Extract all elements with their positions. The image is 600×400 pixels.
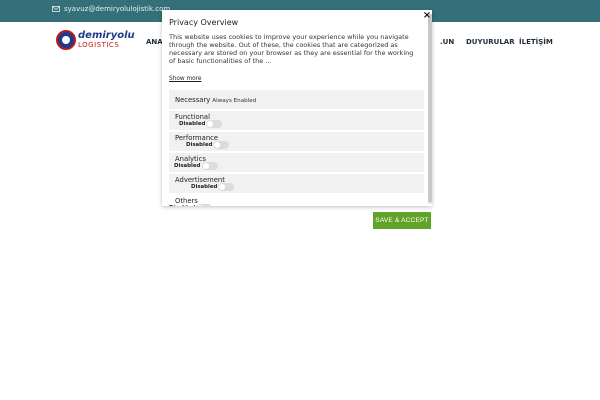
logo-name: demiryolu (78, 30, 135, 41)
category-state: Disabled (174, 163, 201, 169)
category-state: Always Enabled (212, 98, 257, 104)
nav-item-un[interactable]: .UN (440, 38, 454, 46)
show-more-link[interactable]: Show more (169, 76, 202, 82)
save-accept-button[interactable]: SAVE & ACCEPT (373, 212, 431, 229)
nav-item-iletisim[interactable]: İLETİŞİM (519, 38, 553, 46)
site-logo[interactable]: demiryolu LOGISTICS (56, 30, 135, 52)
category-necessary[interactable]: Necessary Always Enabled (169, 90, 424, 109)
category-state: Disabled (169, 205, 195, 206)
category-name: Advertisement (175, 176, 225, 184)
modal-title: Privacy Overview (169, 18, 239, 27)
category-name: Analytics (175, 155, 206, 163)
category-name: Necessary Always Enabled (175, 96, 257, 104)
category-toggle[interactable] (196, 204, 212, 206)
category-analytics[interactable]: Analytics Disabled (169, 153, 424, 172)
category-performance[interactable]: Performance Disabled (169, 132, 424, 151)
nav-item-ana[interactable]: ANA (146, 38, 163, 46)
category-advertisement[interactable]: Advertisement Disabled (169, 174, 424, 193)
category-name: Others (175, 197, 198, 205)
category-functional[interactable]: Functional Disabled (169, 111, 424, 130)
cookie-settings-modal: Privacy Overview This website uses cooki… (162, 10, 432, 206)
category-toggle[interactable] (202, 162, 218, 170)
logo-subtitle: LOGISTICS (78, 41, 120, 49)
category-name: Performance (175, 134, 219, 142)
modal-scrollbar[interactable] (428, 14, 432, 204)
close-icon[interactable]: × (422, 11, 432, 21)
category-others[interactable]: Others Disabled (169, 195, 424, 206)
contact-email[interactable]: syavuz@demiryolulojistik.com (52, 5, 170, 13)
email-text: syavuz@demiryolulojistik.com (64, 5, 171, 13)
modal-content: Privacy Overview This website uses cooki… (162, 10, 428, 206)
modal-description: This website uses cookies to improve you… (169, 33, 414, 65)
category-toggle[interactable] (206, 120, 222, 128)
category-toggle[interactable] (213, 141, 229, 149)
nav-item-duyurular[interactable]: DUYURULAR (466, 38, 515, 46)
category-name: Functional (175, 113, 210, 121)
category-state: Disabled (179, 121, 206, 127)
category-toggle[interactable] (218, 183, 234, 191)
category-state: Disabled (191, 184, 218, 190)
scrollbar-thumb[interactable] (428, 14, 432, 202)
envelope-icon (52, 6, 60, 12)
logo-badge (56, 30, 76, 50)
category-state: Disabled (186, 142, 213, 148)
